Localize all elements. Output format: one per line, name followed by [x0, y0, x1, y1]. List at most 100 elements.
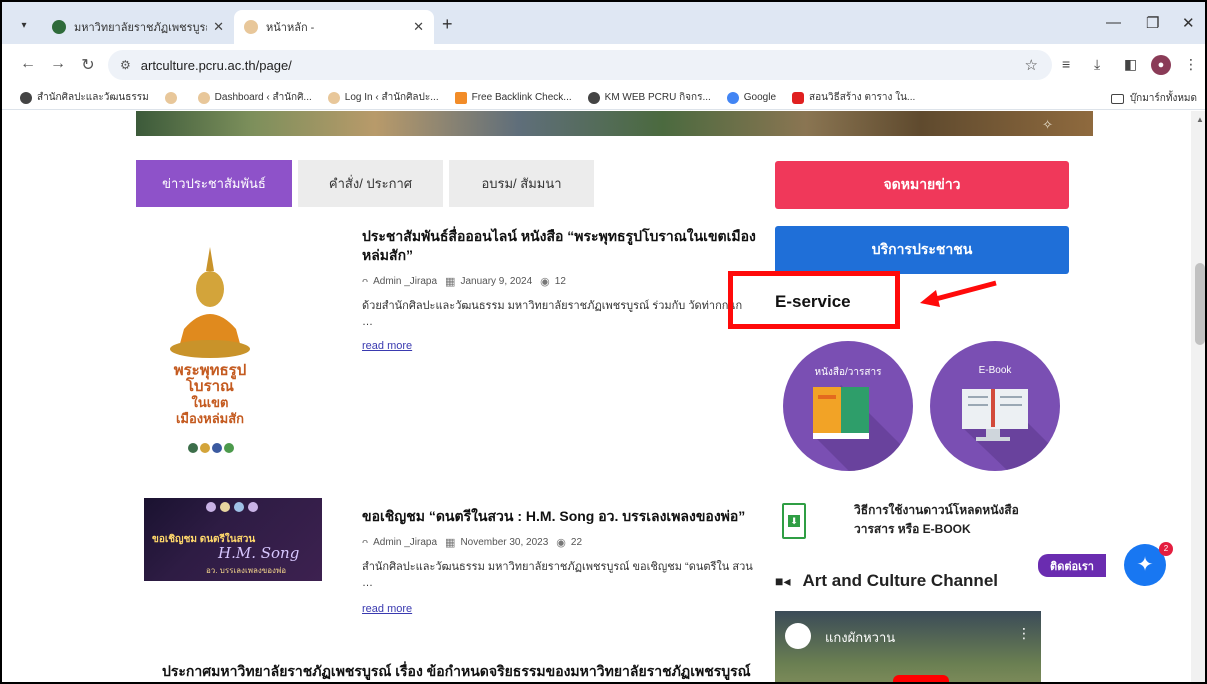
user-icon: ᴖ — [362, 536, 369, 549]
bookmarks-bar: สำนักศิลปะและวัฒนธรรม Dashboard ‹ สำนักศ… — [2, 86, 1205, 110]
tab-announcements[interactable]: คำสั่ง/ ประกาศ — [298, 160, 443, 207]
post-2-read-more-link[interactable]: read more — [362, 603, 412, 615]
public-service-button[interactable]: บริการประชาชน — [775, 226, 1069, 274]
buddha-book-cover-image — [152, 241, 268, 467]
browser-toolbar: ← → ↻ ⚙ artculture.pcru.ac.th/page/ ☆ ≡ … — [2, 44, 1205, 86]
post-1-thumbnail[interactable]: พระพุทธรูป โบราณ ในเขต เมืองหล่มสัก — [152, 241, 268, 467]
post-1-meta: ᴖ Admin _Jirapa ▦ January 9, 2024 ◉ 12 — [362, 275, 757, 289]
wp-icon — [197, 91, 210, 104]
thumb-logos — [206, 502, 258, 512]
forward-icon[interactable]: → — [48, 55, 68, 73]
new-tab-icon[interactable]: + — [442, 14, 453, 35]
tab-news[interactable]: ข่าวประชาสัมพันธ์ — [136, 160, 292, 207]
bookmark-item[interactable]: สอนวิธีสร้าง ตาราง ใน... — [792, 90, 915, 105]
browser-tab-1[interactable]: มหาวิทยาลัยราชภัฏเพชรบูรณ์ ✕ — [42, 10, 234, 44]
post-2-title[interactable]: ขอเชิญชม “ดนตรีในสวน : H.M. Song อว. บรร… — [362, 507, 757, 526]
bookmark-item[interactable] — [164, 91, 182, 104]
download-guide-line: วารสาร หรือ E-BOOK — [854, 522, 971, 536]
back-icon[interactable]: ← — [18, 55, 38, 73]
scrollbar-thumb[interactable] — [1195, 263, 1205, 345]
post-date: January 9, 2024 — [460, 276, 533, 287]
minimize-icon[interactable]: — — [1106, 14, 1121, 31]
profile-avatar-icon[interactable]: ● — [1151, 55, 1171, 75]
close-tab-icon[interactable]: ✕ — [213, 19, 224, 35]
thumb-line: H.M. Song — [218, 544, 300, 562]
globe-icon — [20, 91, 32, 104]
close-window-icon[interactable]: ✕ — [1182, 14, 1195, 32]
scroll-up-icon[interactable]: ▲ — [1196, 115, 1204, 124]
bookmark-item[interactable]: สำนักศิลปะและวัฒนธรรม — [20, 90, 149, 105]
page-viewport: ✧ ข่าวประชาสัมพันธ์ คำสั่ง/ ประกาศ อบรม/… — [2, 111, 1191, 682]
ebook-circle-link[interactable]: E-Book — [930, 341, 1060, 471]
books-icon — [813, 385, 913, 471]
reload-icon[interactable]: ↻ — [78, 55, 98, 75]
youtube-icon — [792, 91, 805, 104]
video-camera-icon: ■◂ — [775, 572, 791, 589]
post-1-title[interactable]: ประชาสัมพันธ์สื่อออนไลน์ หนังสือ “พระพุท… — [362, 227, 757, 265]
eye-icon: ◉ — [556, 537, 566, 549]
all-bookmarks-label: บุ๊กมาร์กทั้งหมด — [1129, 93, 1197, 104]
tab-strip: ▾ มหาวิทยาลัยราชภัฏเพชรบูรณ์ ✕ หน้าหลัก … — [2, 2, 1205, 44]
bookmark-label: Free Backlink Check... — [471, 92, 572, 103]
post-2-thumbnail[interactable]: ขอเชิญชม ดนตรีในสวน H.M. Song อว. บรรเลง… — [144, 498, 322, 581]
restore-icon[interactable]: ❐ — [1146, 14, 1159, 32]
header-banner-image: ✧ — [136, 111, 1093, 136]
google-icon — [726, 91, 739, 104]
wp-favicon-icon — [244, 20, 258, 34]
contact-us-button[interactable]: ติดต่อเรา — [1038, 554, 1106, 577]
bookmark-star-icon[interactable]: ☆ — [1025, 56, 1038, 74]
all-bookmarks-folder[interactable]: บุ๊กมาร์กทั้งหมด — [1110, 91, 1197, 106]
tab-training[interactable]: อบรม/ สัมมนา — [449, 160, 594, 207]
bookmark-item[interactable]: Google — [726, 91, 776, 104]
bookmark-label: KM WEB PCRU กิจกร... — [604, 92, 711, 103]
youtube-video-embed[interactable]: แกงผักหวาน ⋮ — [775, 611, 1041, 682]
tab-search-icon[interactable]: ▾ — [14, 16, 34, 36]
thumb-line: ในเขต — [191, 395, 229, 410]
channel-heading: ■◂ Art and Culture Channel — [775, 571, 998, 591]
browser-window: ▾ มหาวิทยาลัยราชภัฏเพชรบูรณ์ ✕ หน้าหลัก … — [0, 0, 1207, 684]
bookmark-item[interactable]: KM WEB PCRU กิจกร... — [587, 90, 711, 105]
play-button-icon[interactable] — [893, 675, 949, 682]
post-author[interactable]: Admin _Jirapa — [373, 276, 437, 287]
logo-icon — [224, 443, 234, 453]
reading-list-icon[interactable]: ≡ — [1062, 56, 1070, 72]
download-icon[interactable]: ⤓ — [1094, 56, 1100, 73]
download-guide-text: วิธีการใช้งานดาวน์โหลดหนังสือ วารสาร หรื… — [854, 501, 1019, 539]
wp-icon — [164, 91, 177, 104]
banner-watermark: ✧ — [1042, 117, 1053, 132]
channel-title: Art and Culture Channel — [802, 571, 998, 590]
highlight-box — [728, 271, 900, 329]
close-tab-icon[interactable]: ✕ — [413, 19, 424, 35]
post-1-excerpt: ด้วยสำนักศิลปะและวัฒนธรรม มหาวิทยาลัยราช… — [362, 300, 743, 312]
thumb-line: อว. บรรเลงเพลงของพ่อ — [206, 566, 287, 575]
bookmark-item[interactable]: Dashboard ‹ สำนักศิ... — [197, 90, 312, 105]
video-menu-icon[interactable]: ⋮ — [1017, 625, 1031, 642]
post-author[interactable]: Admin _Jirapa — [373, 537, 437, 548]
download-guide-link[interactable]: ⬇ วิธีการใช้งานดาวน์โหลดหนังสือ วารสาร ห… — [782, 501, 1072, 545]
bookmark-label: สำนักศิลปะและวัฒนธรรม — [37, 92, 149, 103]
globe-icon — [587, 91, 600, 104]
post-2-meta: ᴖ Admin _Jirapa ▦ November 30, 2023 ◉ 22 — [362, 536, 757, 550]
address-bar[interactable]: ⚙ artculture.pcru.ac.th/page/ ☆ — [108, 50, 1052, 80]
site-settings-icon[interactable]: ⚙ — [120, 58, 131, 72]
thumb-line: พระพุทธรูป — [173, 362, 247, 379]
bookmark-label: Dashboard ‹ สำนักศิ... — [214, 92, 312, 103]
page-scrollbar[interactable]: ▲ — [1191, 111, 1205, 682]
url-text: artculture.pcru.ac.th/page/ — [140, 57, 292, 73]
folder-icon — [1110, 93, 1124, 104]
logo-icon — [188, 443, 198, 453]
thumb-title: พระพุทธรูป โบราณ ในเขต เมืองหล่มสัก — [152, 363, 268, 427]
post-date: November 30, 2023 — [460, 537, 549, 548]
bookmark-item[interactable]: Log In ‹ สำนักศิลปะ... — [327, 90, 439, 105]
eye-icon: ◉ — [540, 276, 550, 288]
side-panel-icon[interactable]: ◧ — [1124, 56, 1137, 73]
menu-kebab-icon[interactable]: ⋮ — [1184, 56, 1198, 73]
bookmark-item[interactable]: Free Backlink Check... — [454, 91, 572, 104]
bookmark-label: Log In ‹ สำนักศิลปะ... — [344, 92, 439, 103]
newsletter-button[interactable]: จดหมายข่าว — [775, 161, 1069, 209]
university-favicon-icon — [52, 20, 66, 34]
browser-tab-2[interactable]: หน้าหลัก - ✕ — [234, 10, 434, 44]
post-1-read-more-link[interactable]: read more — [362, 340, 412, 352]
journals-circle-link[interactable]: หนังสือ/วารสาร — [783, 341, 913, 471]
post-3-title[interactable]: ประกาศมหาวิทยาลัยราชภัฏเพชรบูรณ์ เรื่อง … — [162, 661, 751, 682]
